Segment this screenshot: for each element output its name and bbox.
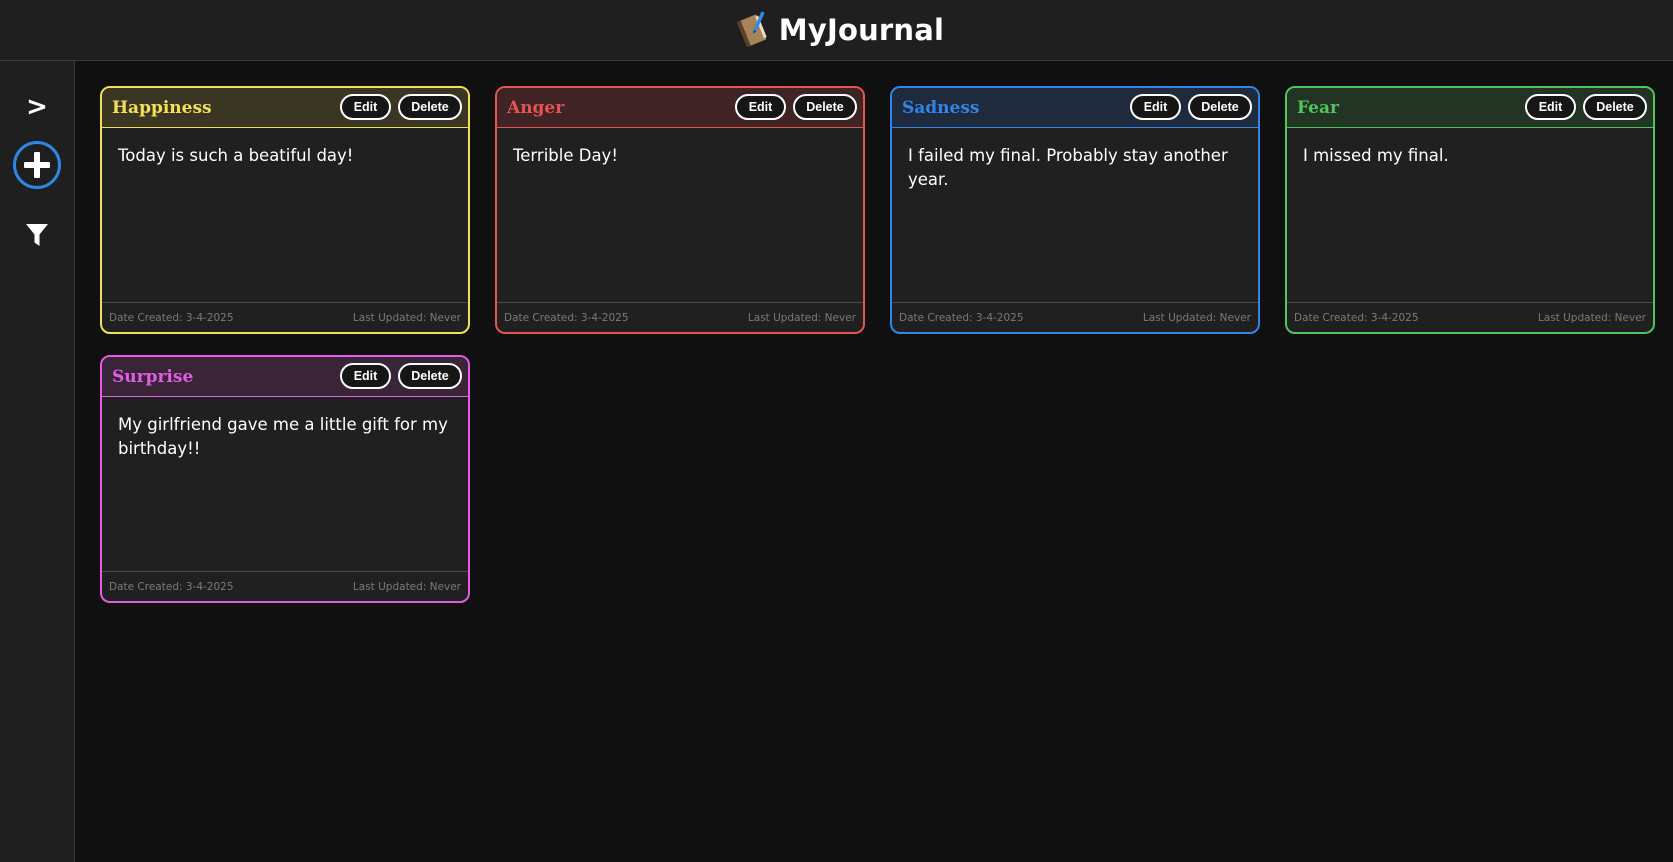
card-footer: Date Created: 3-4-2025 Last Updated: Nev…	[892, 302, 1258, 332]
delete-button[interactable]: Delete	[1583, 94, 1647, 120]
card-footer: Date Created: 3-4-2025 Last Updated: Nev…	[102, 302, 468, 332]
edit-button[interactable]: Edit	[1525, 94, 1576, 120]
delete-button[interactable]: Delete	[398, 94, 462, 120]
card-header: Anger Edit Delete	[497, 88, 863, 128]
card-entry-text: Today is such a beatiful day!	[118, 146, 354, 165]
card-footer: Date Created: 3-4-2025 Last Updated: Nev…	[1287, 302, 1653, 332]
last-updated: Last Updated: Never	[352, 580, 461, 593]
date-created: Date Created: 3-4-2025	[899, 311, 1024, 324]
card-header: Sadness Edit Delete	[892, 88, 1258, 128]
add-entry-button[interactable]	[12, 140, 62, 190]
journal-card-happiness: Happiness Edit Delete Today is such a be…	[100, 86, 470, 334]
card-actions: Edit Delete	[735, 94, 857, 120]
date-created: Date Created: 3-4-2025	[109, 311, 234, 324]
app-title: MyJournal	[778, 13, 945, 47]
card-emotion-title: Anger	[507, 97, 565, 118]
journal-card-fear: Fear Edit Delete I missed my final. Date…	[1285, 86, 1655, 334]
card-actions: Edit Delete	[340, 363, 462, 389]
card-actions: Edit Delete	[1525, 94, 1647, 120]
card-emotion-title: Fear	[1297, 97, 1339, 118]
journal-icon	[736, 11, 767, 48]
card-emotion-title: Happiness	[112, 97, 212, 118]
card-emotion-title: Sadness	[902, 97, 980, 118]
filter-button[interactable]	[12, 210, 62, 260]
journal-card-surprise: Surprise Edit Delete My girlfriend gave …	[100, 355, 470, 603]
card-entry-text: My girlfriend gave me a little gift for …	[118, 415, 448, 458]
date-created: Date Created: 3-4-2025	[504, 311, 629, 324]
sidebar: >	[0, 61, 75, 862]
delete-button[interactable]: Delete	[398, 363, 462, 389]
card-header: Surprise Edit Delete	[102, 357, 468, 397]
last-updated: Last Updated: Never	[352, 311, 461, 324]
delete-button[interactable]: Delete	[793, 94, 857, 120]
card-emotion-title: Surprise	[112, 366, 194, 387]
card-actions: Edit Delete	[340, 94, 462, 120]
card-entry-text: I missed my final.	[1303, 146, 1449, 165]
app-header: MyJournal	[0, 0, 1673, 61]
card-entry-text: I failed my final. Probably stay another…	[908, 146, 1228, 189]
brand: MyJournal	[733, 11, 944, 49]
filter-icon	[26, 224, 48, 246]
card-footer: Date Created: 3-4-2025 Last Updated: Nev…	[102, 571, 468, 601]
last-updated: Last Updated: Never	[747, 311, 856, 324]
delete-button[interactable]: Delete	[1188, 94, 1252, 120]
edit-button[interactable]: Edit	[1130, 94, 1181, 120]
date-created: Date Created: 3-4-2025	[109, 580, 234, 593]
expand-sidebar-button[interactable]: >	[12, 82, 62, 132]
card-footer: Date Created: 3-4-2025 Last Updated: Nev…	[497, 302, 863, 332]
last-updated: Last Updated: Never	[1142, 311, 1251, 324]
edit-button[interactable]: Edit	[340, 94, 391, 120]
card-header: Fear Edit Delete	[1287, 88, 1653, 128]
edit-button[interactable]: Edit	[340, 363, 391, 389]
last-updated: Last Updated: Never	[1537, 311, 1646, 324]
plus-circle-icon	[13, 141, 61, 189]
journal-card-anger: Anger Edit Delete Terrible Day! Date Cre…	[495, 86, 865, 334]
card-entry-text: Terrible Day!	[513, 146, 618, 165]
card-header: Happiness Edit Delete	[102, 88, 468, 128]
date-created: Date Created: 3-4-2025	[1294, 311, 1419, 324]
edit-button[interactable]: Edit	[735, 94, 786, 120]
journal-card-sadness: Sadness Edit Delete I failed my final. P…	[890, 86, 1260, 334]
expand-sidebar-label: >	[26, 92, 48, 122]
card-actions: Edit Delete	[1130, 94, 1252, 120]
